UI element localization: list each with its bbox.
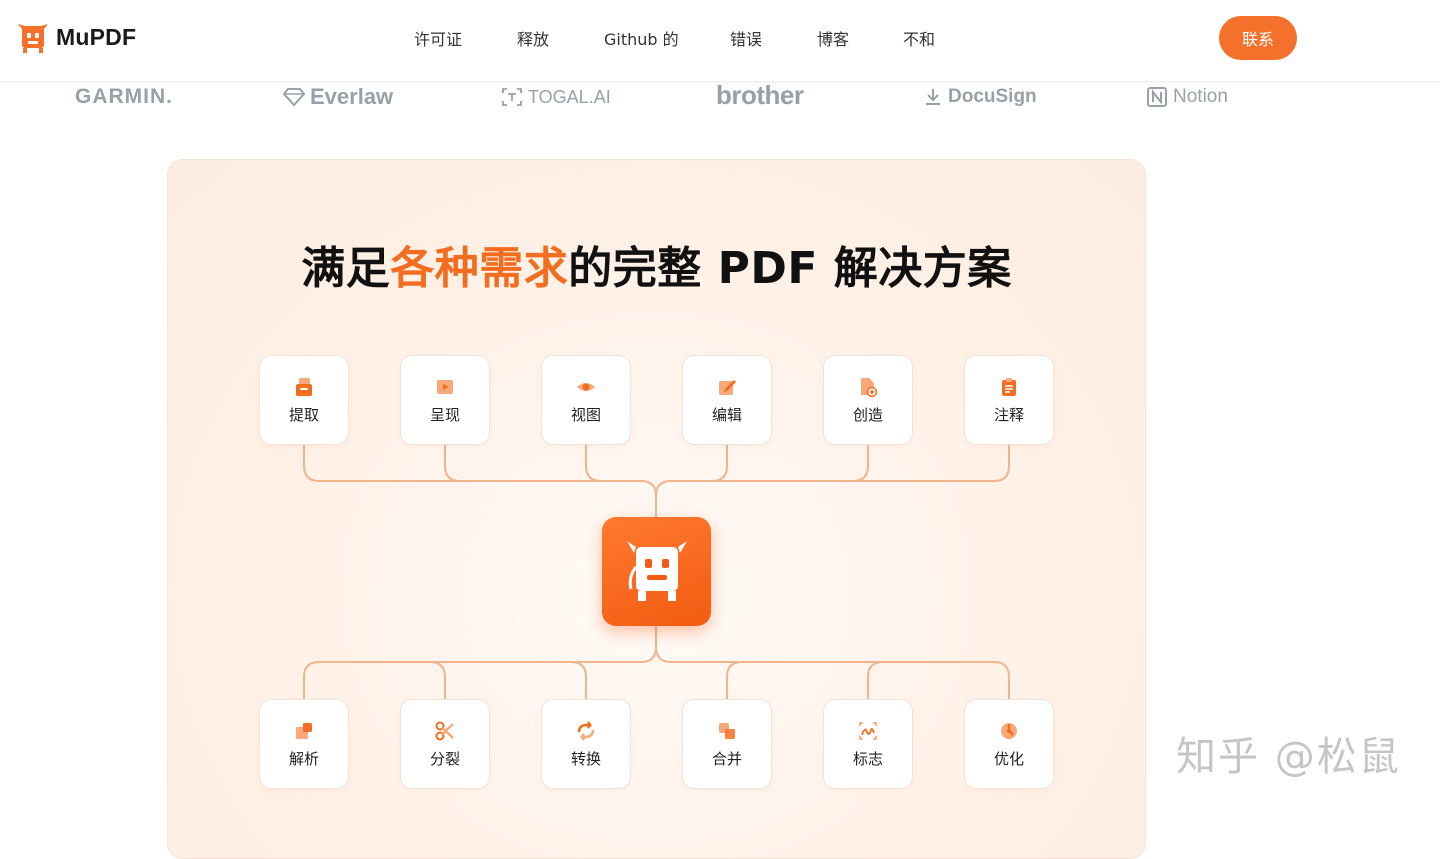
feature-label: 注释	[993, 405, 1024, 424]
hero-headline: 满足各种需求的完整 PDF 解决方案	[0, 232, 1313, 296]
merge-icon	[719, 722, 735, 739]
logo-notion: Notion	[1146, 83, 1228, 111]
feature-label: 分裂	[429, 749, 460, 768]
feature-render[interactable]: 呈现	[400, 355, 490, 445]
eye-icon	[577, 382, 595, 391]
headline-pre: 满足	[301, 243, 391, 294]
mupdf-center-logo	[602, 517, 711, 626]
sign-icon	[859, 721, 877, 740]
togal-frame-icon	[502, 88, 522, 106]
feature-label: 提取	[288, 405, 319, 424]
convert-icon	[577, 720, 595, 741]
contact-button[interactable]: 联系	[1219, 16, 1297, 60]
brand[interactable]: MuPDF	[16, 20, 136, 54]
feature-label: 转换	[570, 749, 601, 768]
brand-name: MuPDF	[56, 23, 137, 50]
nav-discord[interactable]: 不和	[903, 26, 935, 50]
nav-github[interactable]: Github 的	[604, 26, 679, 50]
scissors-icon	[435, 721, 454, 740]
logo-garmin: GARMIN.	[75, 85, 173, 108]
nav-blog[interactable]: 博客	[817, 26, 849, 50]
feature-label: 优化	[993, 749, 1024, 768]
extract-icon	[296, 377, 312, 396]
feature-label: 标志	[852, 749, 883, 768]
feature-view[interactable]: 视图	[541, 355, 631, 445]
feature-split[interactable]: 分裂	[400, 699, 490, 789]
feature-annotate[interactable]: 注释	[964, 355, 1054, 445]
feature-label: 创造	[852, 405, 883, 424]
mupdf-logo-icon	[18, 24, 48, 53]
feature-optimize[interactable]: 优化	[964, 699, 1054, 789]
feature-sign[interactable]: 标志	[823, 699, 913, 789]
edit-icon	[719, 379, 736, 395]
feature-label: 视图	[570, 405, 601, 424]
create-icon	[861, 377, 878, 397]
logo-togal: TOGAL.AI	[501, 83, 611, 111]
feature-edit[interactable]: 编辑	[682, 355, 772, 445]
nav-releases[interactable]: 释放	[517, 26, 549, 50]
feature-merge[interactable]: 合并	[682, 699, 772, 789]
feature-label: 编辑	[711, 405, 742, 424]
feature-parse[interactable]: 解析	[259, 699, 349, 789]
site-header: MuPDF 许可证 释放 Github 的 错误 博客 不和 联系	[0, 0, 1440, 82]
logo-everlaw: Everlaw	[283, 83, 393, 111]
feature-label: 呈现	[429, 405, 460, 424]
annotate-icon	[1002, 377, 1016, 396]
cow-document-icon	[626, 540, 687, 601]
feature-label: 合并	[711, 749, 742, 768]
logo-brother: brother	[716, 79, 804, 110]
everlaw-diamond-icon	[283, 88, 305, 107]
headline-highlight: 各种需求	[390, 243, 569, 294]
feature-convert[interactable]: 转换	[541, 699, 631, 789]
download-arrow-icon	[926, 89, 940, 105]
logo-docusign: DocuSign	[923, 83, 1037, 111]
feature-extract[interactable]: 提取	[259, 355, 349, 445]
customer-logos: GARMIN. Everlaw TOGAL.AI brother DocuSig…	[0, 79, 1440, 112]
optimize-icon	[1001, 722, 1017, 739]
nav-license[interactable]: 许可证	[414, 26, 462, 50]
zhihu-watermark: 知乎 @松鼠	[1176, 734, 1401, 780]
render-icon	[437, 379, 453, 394]
nav-bugs[interactable]: 错误	[730, 26, 762, 50]
parse-icon	[296, 722, 312, 739]
feature-create[interactable]: 创造	[823, 355, 913, 445]
feature-label: 解析	[288, 749, 319, 768]
headline-post: 的完整 PDF 解决方案	[568, 243, 1012, 294]
notion-n-icon	[1147, 87, 1167, 107]
